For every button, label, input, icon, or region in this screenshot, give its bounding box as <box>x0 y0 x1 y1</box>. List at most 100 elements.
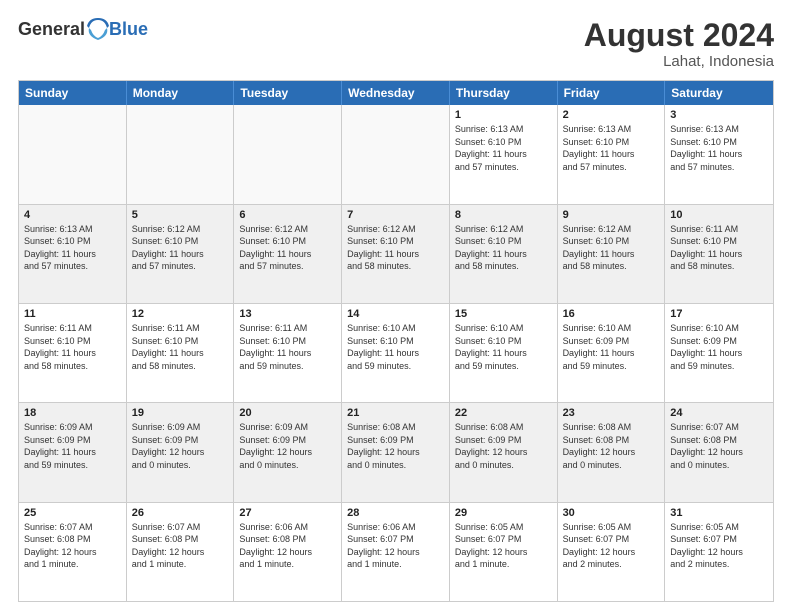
calendar-cell-r4c1: 26 Sunrise: 6:07 AM Sunset: 6:08 PM Dayli… <box>127 503 235 601</box>
calendar-cell-r1c6: 10Sunrise: 6:11 AM Sunset: 6:10 PM Dayli… <box>665 205 773 303</box>
calendar-cell-r3c1: 19 Sunrise: 6:09 AM Sunset: 6:09 PM Dayli… <box>127 403 235 501</box>
month-year: August 2024 <box>584 18 774 53</box>
calendar-cell-r2c1: 12 Sunrise: 6:11 AM Sunset: 6:10 PM Dayli… <box>127 304 235 402</box>
calendar-cell-r1c5: 9Sunrise: 6:12 AM Sunset: 6:10 PM Daylig… <box>558 205 666 303</box>
cell-text-18: Sunrise: 6:09 AM Sunset: 6:09 PM Dayligh… <box>24 421 121 471</box>
day-number-19: 19 <box>132 407 229 419</box>
day-number-22: 22 <box>455 407 552 419</box>
calendar-cell-r0c5: 2Sunrise: 6:13 AM Sunset: 6:10 PM Daylig… <box>558 105 666 203</box>
day-number-10: 10 <box>670 209 768 221</box>
calendar-cell-r3c4: 22 Sunrise: 6:08 AM Sunset: 6:09 PM Dayli… <box>450 403 558 501</box>
day-number-13: 13 <box>239 308 336 320</box>
cell-text-26: Sunrise: 6:07 AM Sunset: 6:08 PM Dayligh… <box>132 521 229 571</box>
calendar-cell-r4c4: 29 Sunrise: 6:05 AM Sunset: 6:07 PM Dayli… <box>450 503 558 601</box>
cell-text-4: Sunrise: 6:13 AM Sunset: 6:10 PM Dayligh… <box>24 223 121 273</box>
day-number-8: 8 <box>455 209 552 221</box>
calendar: Sunday Monday Tuesday Wednesday Thursday… <box>18 80 774 602</box>
day-number-4: 4 <box>24 209 121 221</box>
calendar-cell-r3c3: 21 Sunrise: 6:08 AM Sunset: 6:09 PM Dayli… <box>342 403 450 501</box>
cell-text-3: Sunrise: 6:13 AM Sunset: 6:10 PM Dayligh… <box>670 123 768 173</box>
day-number-24: 24 <box>670 407 768 419</box>
calendar-cell-r1c4: 8 Sunrise: 6:12 AM Sunset: 6:10 PM Daylig… <box>450 205 558 303</box>
cell-text-22: Sunrise: 6:08 AM Sunset: 6:09 PM Dayligh… <box>455 421 552 471</box>
cell-text-21: Sunrise: 6:08 AM Sunset: 6:09 PM Dayligh… <box>347 421 444 471</box>
calendar-row-3: 18 Sunrise: 6:09 AM Sunset: 6:09 PM Dayli… <box>19 402 773 501</box>
day-number-20: 20 <box>239 407 336 419</box>
calendar-cell-r3c0: 18 Sunrise: 6:09 AM Sunset: 6:09 PM Dayli… <box>19 403 127 501</box>
day-number-30: 30 <box>563 507 660 519</box>
cell-text-5: Sunrise: 6:12 AM Sunset: 6:10 PM Dayligh… <box>132 223 229 273</box>
calendar-row-4: 25 Sunrise: 6:07 AM Sunset: 6:08 PM Dayli… <box>19 502 773 601</box>
calendar-cell-r1c0: 4 Sunrise: 6:13 AM Sunset: 6:10 PM Daylig… <box>19 205 127 303</box>
cell-text-28: Sunrise: 6:06 AM Sunset: 6:07 PM Dayligh… <box>347 521 444 571</box>
calendar-cell-r4c2: 27Sunrise: 6:06 AM Sunset: 6:08 PM Dayli… <box>234 503 342 601</box>
day-number-2: 2 <box>563 109 660 121</box>
day-number-1: 1 <box>455 109 552 121</box>
cell-text-12: Sunrise: 6:11 AM Sunset: 6:10 PM Dayligh… <box>132 322 229 372</box>
location: Lahat, Indonesia <box>584 53 774 70</box>
calendar-row-2: 11 Sunrise: 6:11 AM Sunset: 6:10 PM Dayli… <box>19 303 773 402</box>
day-number-7: 7 <box>347 209 444 221</box>
weekday-tuesday: Tuesday <box>234 81 342 105</box>
calendar-cell-r4c6: 31 Sunrise: 6:05 AM Sunset: 6:07 PM Dayli… <box>665 503 773 601</box>
day-number-14: 14 <box>347 308 444 320</box>
logo-blue-text: Blue <box>109 19 148 40</box>
cell-text-29: Sunrise: 6:05 AM Sunset: 6:07 PM Dayligh… <box>455 521 552 571</box>
calendar-row-0: 1 Sunrise: 6:13 AM Sunset: 6:10 PM Daylig… <box>19 105 773 203</box>
logo-general-text: General <box>18 19 85 40</box>
calendar-cell-r0c3 <box>342 105 450 203</box>
cell-text-19: Sunrise: 6:09 AM Sunset: 6:09 PM Dayligh… <box>132 421 229 471</box>
calendar-cell-r2c0: 11Sunrise: 6:11 AM Sunset: 6:10 PM Dayli… <box>19 304 127 402</box>
calendar-cell-r2c4: 15 Sunrise: 6:10 AM Sunset: 6:10 PM Dayli… <box>450 304 558 402</box>
day-number-23: 23 <box>563 407 660 419</box>
day-number-6: 6 <box>239 209 336 221</box>
cell-text-13: Sunrise: 6:11 AM Sunset: 6:10 PM Dayligh… <box>239 322 336 372</box>
calendar-cell-r4c3: 28 Sunrise: 6:06 AM Sunset: 6:07 PM Dayli… <box>342 503 450 601</box>
logo-icon <box>87 18 109 40</box>
cell-text-7: Sunrise: 6:12 AM Sunset: 6:10 PM Dayligh… <box>347 223 444 273</box>
calendar-cell-r0c1 <box>127 105 235 203</box>
calendar-cell-r4c0: 25Sunrise: 6:07 AM Sunset: 6:08 PM Dayli… <box>19 503 127 601</box>
title-section: August 2024 Lahat, Indonesia <box>584 18 774 70</box>
cell-text-8: Sunrise: 6:12 AM Sunset: 6:10 PM Dayligh… <box>455 223 552 273</box>
cell-text-31: Sunrise: 6:05 AM Sunset: 6:07 PM Dayligh… <box>670 521 768 571</box>
day-number-25: 25 <box>24 507 121 519</box>
cell-text-16: Sunrise: 6:10 AM Sunset: 6:09 PM Dayligh… <box>563 322 660 372</box>
weekday-thursday: Thursday <box>450 81 558 105</box>
day-number-18: 18 <box>24 407 121 419</box>
day-number-31: 31 <box>670 507 768 519</box>
day-number-12: 12 <box>132 308 229 320</box>
weekday-friday: Friday <box>558 81 666 105</box>
calendar-body: 1 Sunrise: 6:13 AM Sunset: 6:10 PM Daylig… <box>19 105 773 601</box>
cell-text-17: Sunrise: 6:10 AM Sunset: 6:09 PM Dayligh… <box>670 322 768 372</box>
cell-text-15: Sunrise: 6:10 AM Sunset: 6:10 PM Dayligh… <box>455 322 552 372</box>
calendar-cell-r0c0 <box>19 105 127 203</box>
cell-text-14: Sunrise: 6:10 AM Sunset: 6:10 PM Dayligh… <box>347 322 444 372</box>
calendar-cell-r3c2: 20Sunrise: 6:09 AM Sunset: 6:09 PM Dayli… <box>234 403 342 501</box>
calendar-cell-r2c5: 16 Sunrise: 6:10 AM Sunset: 6:09 PM Dayli… <box>558 304 666 402</box>
cell-text-6: Sunrise: 6:12 AM Sunset: 6:10 PM Dayligh… <box>239 223 336 273</box>
day-number-28: 28 <box>347 507 444 519</box>
weekday-monday: Monday <box>127 81 235 105</box>
day-number-16: 16 <box>563 308 660 320</box>
day-number-21: 21 <box>347 407 444 419</box>
calendar-cell-r1c2: 6 Sunrise: 6:12 AM Sunset: 6:10 PM Daylig… <box>234 205 342 303</box>
calendar-cell-r2c2: 13 Sunrise: 6:11 AM Sunset: 6:10 PM Dayli… <box>234 304 342 402</box>
cell-text-1: Sunrise: 6:13 AM Sunset: 6:10 PM Dayligh… <box>455 123 552 173</box>
calendar-header: Sunday Monday Tuesday Wednesday Thursday… <box>19 81 773 105</box>
calendar-cell-r0c6: 3 Sunrise: 6:13 AM Sunset: 6:10 PM Daylig… <box>665 105 773 203</box>
day-number-3: 3 <box>670 109 768 121</box>
day-number-11: 11 <box>24 308 121 320</box>
day-number-15: 15 <box>455 308 552 320</box>
day-number-17: 17 <box>670 308 768 320</box>
calendar-cell-r0c2 <box>234 105 342 203</box>
weekday-saturday: Saturday <box>665 81 773 105</box>
calendar-cell-r1c3: 7 Sunrise: 6:12 AM Sunset: 6:10 PM Daylig… <box>342 205 450 303</box>
logo: General Blue <box>18 18 148 40</box>
day-number-26: 26 <box>132 507 229 519</box>
calendar-cell-r3c6: 24Sunrise: 6:07 AM Sunset: 6:08 PM Dayli… <box>665 403 773 501</box>
calendar-cell-r2c3: 14 Sunrise: 6:10 AM Sunset: 6:10 PM Dayli… <box>342 304 450 402</box>
calendar-row-1: 4 Sunrise: 6:13 AM Sunset: 6:10 PM Daylig… <box>19 204 773 303</box>
day-number-29: 29 <box>455 507 552 519</box>
cell-text-23: Sunrise: 6:08 AM Sunset: 6:08 PM Dayligh… <box>563 421 660 471</box>
